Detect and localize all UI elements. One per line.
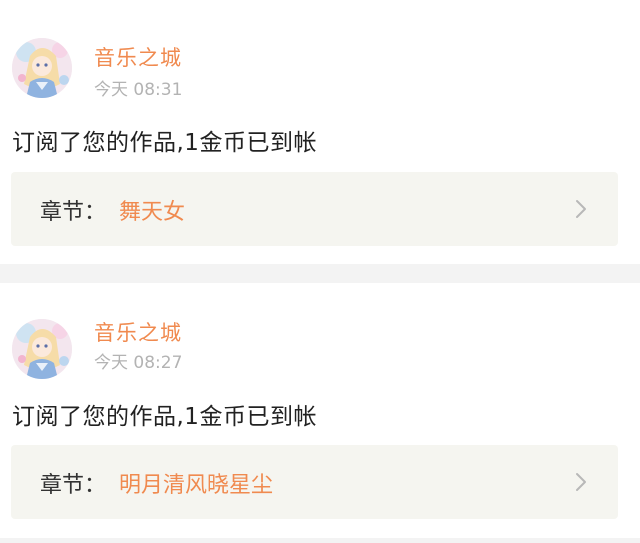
avatar-image (12, 38, 72, 98)
username[interactable]: 音乐之城 (94, 42, 182, 72)
avatar-image (12, 319, 72, 379)
chapter-label: 章节： (40, 473, 107, 498)
chapter-label: 章节： (40, 200, 107, 225)
chapter-link[interactable]: 章节： 舞天女 (11, 172, 618, 246)
chapter-link[interactable]: 章节： 明月清风晓星尘 (11, 445, 618, 519)
notification-message: 订阅了您的作品,1金币已到帐 (12, 404, 317, 430)
notification-card: 音乐之城 今天 08:31 订阅了您的作品,1金币已到帐 章节： 舞天女 (0, 0, 640, 264)
chapter-title: 明月清风晓星尘 (119, 473, 274, 498)
avatar[interactable] (12, 38, 72, 98)
avatar[interactable] (12, 319, 72, 379)
card-divider (0, 264, 640, 283)
chevron-right-icon (576, 473, 586, 491)
timestamp: 今天 08:31 (94, 80, 183, 100)
notification-card: 音乐之城 今天 08:27 订阅了您的作品,1金币已到帐 章节： 明月清风晓星尘 (0, 283, 640, 540)
chapter-title: 舞天女 (119, 200, 186, 225)
card-divider (0, 538, 640, 543)
timestamp: 今天 08:27 (94, 353, 183, 373)
chevron-right-icon (576, 200, 586, 218)
notification-message: 订阅了您的作品,1金币已到帐 (12, 130, 317, 156)
username[interactable]: 音乐之城 (94, 317, 182, 347)
